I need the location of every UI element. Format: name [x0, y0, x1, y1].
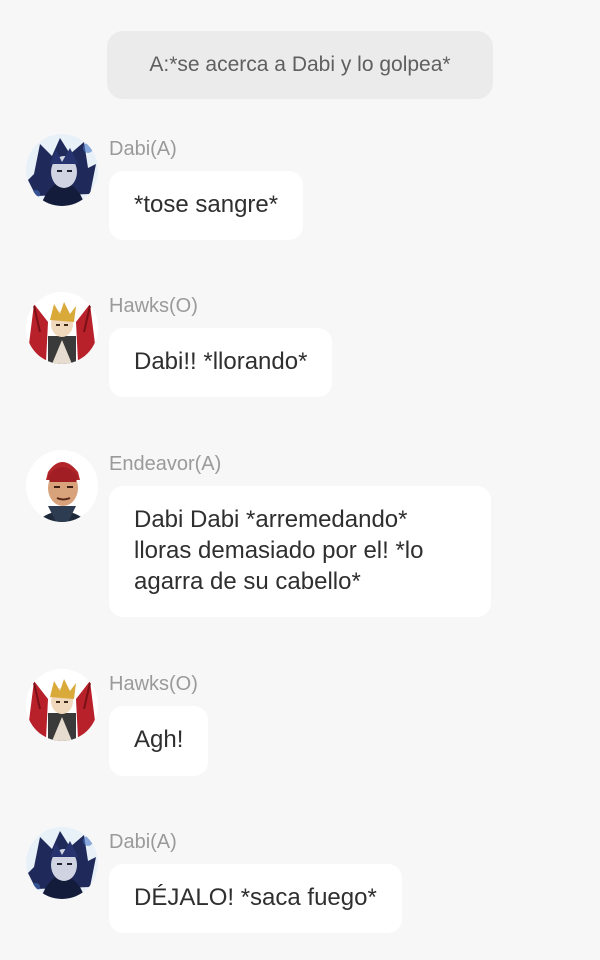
chat-thread: A:*se acerca a Dabi y lo golpea* Dabi(A)… — [0, 0, 600, 960]
message-bubble: DÉJALO! *saca fuego* — [109, 864, 402, 933]
sender-name: Dabi(A) — [109, 831, 177, 853]
sender-name: Dabi(A) — [109, 138, 177, 160]
message-bubble: *tose sangre* — [109, 171, 304, 240]
message-bubble: Dabi Dabi *arremedando* lloras demasiado… — [109, 486, 491, 617]
message-bubble: Agh! — [109, 706, 209, 776]
hawks-avatar[interactable] — [26, 292, 98, 364]
sender-name: Hawks(O) — [109, 295, 198, 317]
message-bubble: Dabi!! *llorando* — [109, 328, 333, 397]
dabi-avatar[interactable] — [26, 134, 98, 206]
hawks-avatar[interactable] — [26, 669, 98, 741]
sender-name: Endeavor(A) — [109, 453, 222, 475]
sender-name: Hawks(O) — [109, 673, 198, 695]
dabi-avatar[interactable] — [26, 827, 98, 899]
narration-bubble: A:*se acerca a Dabi y lo golpea* — [107, 31, 493, 99]
endeavor-avatar[interactable] — [26, 450, 98, 522]
